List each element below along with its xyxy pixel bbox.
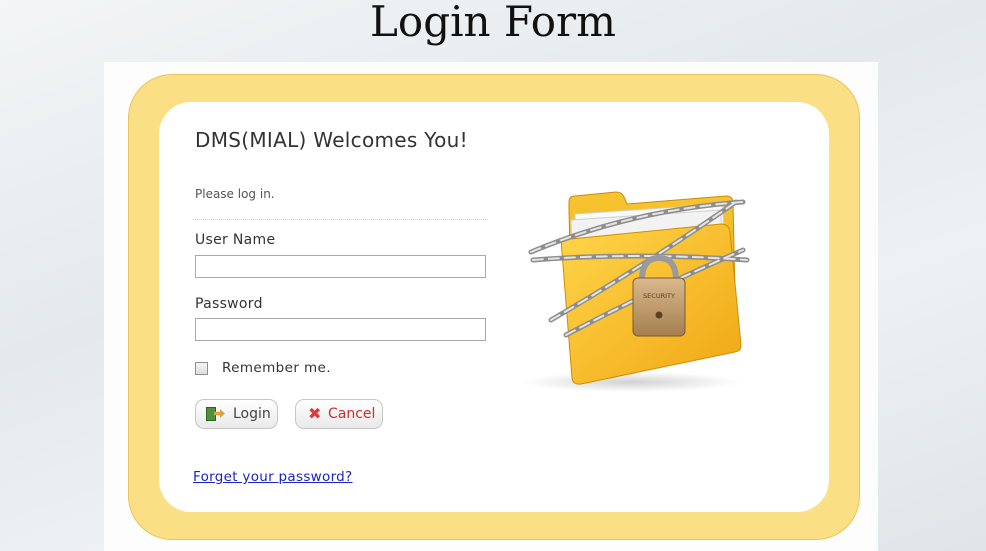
- slide-title: Login Form: [370, 0, 616, 46]
- login-button-label: Login: [233, 406, 271, 422]
- cancel-button-label: Cancel: [328, 406, 376, 422]
- login-subtext: Please log in.: [195, 187, 275, 201]
- welcome-heading: DMS(MIAL) Welcomes You!: [195, 128, 468, 152]
- remember-label: Remember me.: [222, 360, 331, 376]
- close-icon: ✖: [308, 404, 322, 423]
- username-input[interactable]: [195, 255, 486, 278]
- remember-checkbox[interactable]: [195, 362, 208, 375]
- login-card: DMS(MIAL) Welcomes You! Please log in. U…: [159, 102, 829, 512]
- login-button[interactable]: Login: [195, 399, 278, 429]
- padlock-label: SECURITY: [643, 292, 675, 300]
- login-icon: [206, 406, 225, 422]
- divider: [193, 219, 488, 220]
- login-screenshot: DMS(MIAL) Welcomes You! Please log in. U…: [104, 62, 878, 551]
- locked-folder-icon: SECURITY: [521, 191, 750, 392]
- forgot-password-link[interactable]: Forget your password?: [193, 469, 353, 485]
- cancel-button[interactable]: ✖ Cancel: [295, 399, 383, 429]
- password-label: Password: [195, 296, 263, 312]
- username-label: User Name: [195, 232, 276, 248]
- login-frame: DMS(MIAL) Welcomes You! Please log in. U…: [128, 74, 860, 540]
- password-input[interactable]: [195, 318, 486, 341]
